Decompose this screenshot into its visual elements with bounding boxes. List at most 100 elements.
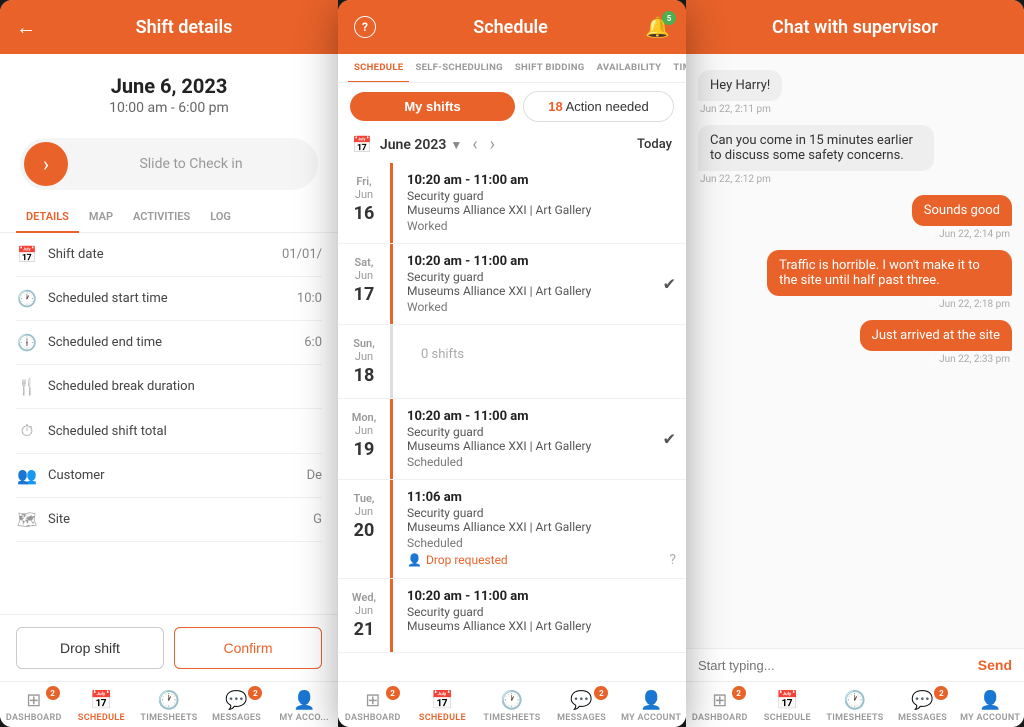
slide-check-in[interactable]: › Slide to Check in <box>20 138 318 190</box>
confirm-button[interactable]: Confirm <box>174 627 322 669</box>
chat-nav-messages[interactable]: 💬 2 MESSAGES <box>889 688 957 725</box>
day-label-sat: Sat, Jun 17 <box>338 244 390 324</box>
tab-map[interactable]: MAP <box>79 202 123 233</box>
chat-dashboard-icon: ⊞ <box>712 690 727 711</box>
tab-availability[interactable]: AVAILABILITY <box>591 54 668 83</box>
day-content-sat[interactable]: 10:20 am - 11:00 am Security guard Museu… <box>390 244 686 324</box>
shift-status-sat: Worked <box>407 300 676 314</box>
dropdown-icon: ▼ <box>450 138 462 152</box>
drop-help-icon[interactable]: ? <box>669 552 676 568</box>
chat-messages: Hey Harry! Jun 22, 2:11 pm Can you come … <box>686 54 1024 648</box>
shift-total-row: ⏱ Scheduled shift total <box>16 409 322 454</box>
sched-nav-schedule[interactable]: 📅 SCHEDULE <box>408 688 478 725</box>
tab-schedule[interactable]: SCHEDULE <box>348 54 409 83</box>
sched-nav-messages[interactable]: 💬 2 MESSAGES <box>547 688 617 725</box>
day-name-mon: Mon, <box>346 411 382 424</box>
day-month-mon: Jun <box>346 424 382 437</box>
month-selector[interactable]: June 2023 ▼ <box>380 137 462 153</box>
sched-schedule-label: SCHEDULE <box>419 713 466 723</box>
schedule-icon: 📅 <box>90 690 112 711</box>
nav-myaccount[interactable]: 👤 MY ACCO... <box>270 688 338 725</box>
left-bottom-nav: ⊞ 2 DASHBOARD 📅 SCHEDULE 🕐 TIMESHEETS 💬 … <box>0 681 338 727</box>
sched-messages-badge: 2 <box>594 686 608 700</box>
sched-nav-timesheets[interactable]: 🕐 TIMESHEETS <box>477 688 547 725</box>
nav-schedule[interactable]: 📅 SCHEDULE <box>68 688 136 725</box>
sched-dashboard-label: DASHBOARD <box>345 713 401 723</box>
nav-messages[interactable]: 💬 2 MESSAGES <box>203 688 271 725</box>
dashboard-badge: 2 <box>46 686 60 700</box>
tab-log[interactable]: LOG <box>200 202 241 233</box>
help-button[interactable]: ? <box>354 16 376 38</box>
sched-timesheets-icon: 🕐 <box>501 690 523 711</box>
msg-2: Can you come in 15 minutes earlier to di… <box>698 125 934 185</box>
day-content-tue[interactable]: 11:06 am Security guard Museums Alliance… <box>390 480 686 578</box>
detail-rows: 📅 Shift date 01/01/ 🕐 Scheduled start ti… <box>0 233 338 614</box>
day-label-wed: Wed, Jun 21 <box>338 579 390 652</box>
chat-nav-schedule[interactable]: 📅 SCHEDULE <box>754 688 822 725</box>
today-button[interactable]: Today <box>637 137 672 152</box>
shift-date-value: 01/01/ <box>282 247 322 262</box>
prev-month-button[interactable]: ‹ <box>470 134 479 155</box>
dashboard-label: DASHBOARD <box>6 713 62 723</box>
schedule-day-sat: Sat, Jun 17 10:20 am - 11:00 am Security… <box>338 244 686 325</box>
shift-role-sat: Security guard <box>407 270 676 284</box>
tab-self-scheduling[interactable]: SELF-SCHEDULING <box>409 54 508 83</box>
break-icon: 🍴 <box>16 377 38 396</box>
tab-activities[interactable]: ACTIVITIES <box>123 202 200 233</box>
customer-label: Customer <box>48 468 297 483</box>
next-month-button[interactable]: › <box>488 134 497 155</box>
customer-row: 👥 Customer De <box>16 454 322 498</box>
break-row: 🍴 Scheduled break duration <box>16 365 322 409</box>
tab-time-off[interactable]: TIME OFF <box>667 54 686 83</box>
tab-shift-bidding[interactable]: SHIFT BIDDING <box>509 54 591 83</box>
check-icon-mon: ✔ <box>663 430 676 449</box>
msg-4: Traffic is horrible. I won't make it to … <box>767 250 1012 310</box>
day-label-fri: Fri, Jun 16 <box>338 163 390 243</box>
chat-timesheets-label: TIMESHEETS <box>826 713 883 723</box>
schedule-title: Schedule <box>376 17 645 38</box>
day-content-mon[interactable]: 10:20 am - 11:00 am Security guard Museu… <box>390 399 686 479</box>
messages-icon: 💬 <box>225 690 247 711</box>
site-value: G <box>313 512 322 527</box>
msg-bubble-4: Traffic is horrible. I won't make it to … <box>767 250 1012 296</box>
shift-status-fri: Worked <box>407 219 676 233</box>
end-time-label: Scheduled end time <box>48 335 294 350</box>
shift-time-fri: 10:20 am - 11:00 am <box>407 173 676 188</box>
drop-shift-button[interactable]: Drop shift <box>16 627 164 669</box>
sched-nav-dashboard[interactable]: ⊞ 2 DASHBOARD <box>338 688 408 725</box>
msg-time-2: Jun 22, 2:12 pm <box>698 174 773 185</box>
start-time-label: Scheduled start time <box>48 291 287 306</box>
day-content-wed[interactable]: 10:20 am - 11:00 am Security guard Museu… <box>390 579 686 652</box>
my-shifts-filter[interactable]: My shifts <box>350 92 515 121</box>
action-buttons: Drop shift Confirm <box>0 614 338 681</box>
customer-value: De <box>307 468 322 483</box>
slide-button[interactable]: › <box>24 142 68 186</box>
chat-panel: Chat with supervisor Hey Harry! Jun 22, … <box>686 0 1024 727</box>
action-needed-filter[interactable]: 18 Action needed <box>523 91 674 122</box>
chat-timesheets-icon: 🕐 <box>844 690 866 711</box>
start-time-row: 🕐 Scheduled start time 10:0 <box>16 277 322 321</box>
sched-nav-myaccount[interactable]: 👤 MY ACCOUNT <box>616 688 686 725</box>
schedule-bottom-nav: ⊞ 2 DASHBOARD 📅 SCHEDULE 🕐 TIMESHEETS 💬 … <box>338 681 686 727</box>
action-label: Action needed <box>566 99 649 114</box>
chat-nav-myaccount[interactable]: 👤 MY ACCOUNT <box>956 688 1024 725</box>
drop-requested-badge: 👤 Drop requested ? <box>407 552 676 568</box>
sched-timesheets-label: TIMESHEETS <box>483 713 540 723</box>
chat-nav-timesheets[interactable]: 🕐 TIMESHEETS <box>821 688 889 725</box>
site-row: 🗺 Site G <box>16 498 322 542</box>
nav-timesheets[interactable]: 🕐 TIMESHEETS <box>135 688 203 725</box>
back-button[interactable]: ← <box>16 15 36 40</box>
action-count: 18 <box>548 99 562 114</box>
chat-input[interactable] <box>698 658 970 673</box>
tab-details[interactable]: DETAILS <box>16 202 79 233</box>
chat-input-row: Send <box>686 648 1024 681</box>
day-content-fri[interactable]: 10:20 am - 11:00 am Security guard Museu… <box>390 163 686 243</box>
shift-details-panel: ← Shift details June 6, 2023 10:00 am - … <box>0 0 338 727</box>
notification-button[interactable]: 🔔 5 <box>645 15 670 39</box>
chat-nav-dashboard[interactable]: ⊞ 2 DASHBOARD <box>686 688 754 725</box>
nav-dashboard[interactable]: ⊞ 2 DASHBOARD <box>0 688 68 725</box>
send-button[interactable]: Send <box>978 657 1012 673</box>
sched-dashboard-badge: 2 <box>386 686 400 700</box>
day-month-sat: Jun <box>346 269 382 282</box>
schedule-tabs: SCHEDULE SELF-SCHEDULING SHIFT BIDDING A… <box>338 54 686 83</box>
